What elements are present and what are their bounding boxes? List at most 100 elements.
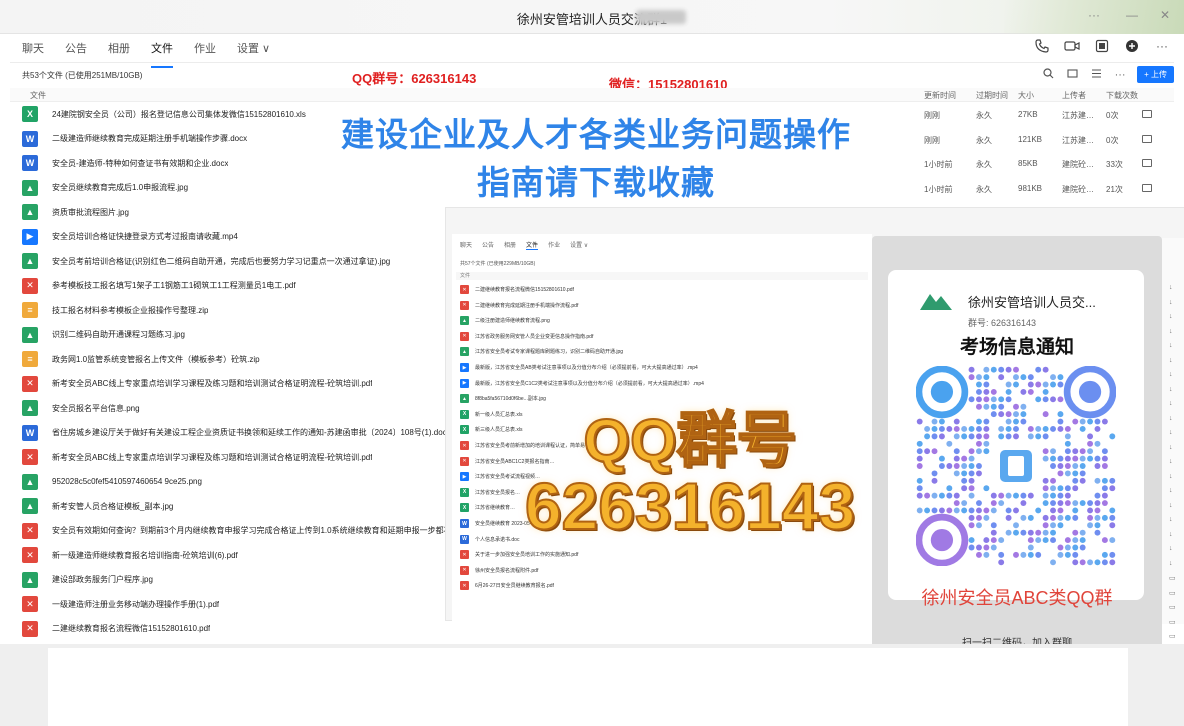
tab-homework[interactable]: 作业 xyxy=(194,40,216,62)
file-name[interactable]: 新考安管人员合格证模板_副本.jpg xyxy=(52,501,173,512)
download-icon[interactable]: ↓ xyxy=(1169,516,1173,523)
folder-icon[interactable] xyxy=(1065,68,1079,82)
file-row[interactable]: ▲ 安全员报名平台信息.png xyxy=(22,398,462,418)
list-view-icon[interactable] xyxy=(1089,68,1103,82)
file-name[interactable]: 安全员考前培训合格证(识别红色二维码自助开通，完成后也要努力学习记重点一次通过拿… xyxy=(52,256,390,267)
video-call-icon[interactable] xyxy=(1064,38,1080,54)
file-row[interactable]: ▶ 安全员培训合格证快捷登录方式考过报南请收藏.mp4 xyxy=(22,227,462,247)
col-file[interactable]: 文件 xyxy=(30,90,46,101)
col-size[interactable]: 大小 xyxy=(1018,90,1034,101)
embedded-file-row[interactable]: ✕ 关于进一步加强安全员培训工作的实施通知.pdf xyxy=(460,549,578,560)
file-name[interactable]: 识别二维码自助开通课程习题练习.jpg xyxy=(52,329,185,340)
file-name[interactable]: 新考安全员ABC线上专家重点培训学习课程及练习题和培训测试合格证明流程-砼筑培训… xyxy=(52,378,372,389)
download-icon[interactable]: ↓ xyxy=(1169,458,1173,465)
embedded-file-name[interactable]: 二建继续教育完成延期注册手机端操作流程.pdf xyxy=(475,302,578,309)
add-member-icon[interactable] xyxy=(1124,38,1140,54)
open-folder-icon[interactable] xyxy=(1142,110,1152,118)
download-icon[interactable]: ↓ xyxy=(1169,545,1173,552)
col-downloads[interactable]: 下载次数 xyxy=(1106,90,1138,101)
phone-icon[interactable] xyxy=(1034,38,1050,54)
file-row[interactable]: ▲ 新考安管人员合格证模板_副本.jpg xyxy=(22,496,462,516)
download-icon[interactable]: ↓ xyxy=(1169,328,1173,335)
embedded-file-row[interactable]: ▶ 最新版，江苏省安全员C1C2类考试注意事项以及分值分布介绍（必须提前看，可大大… xyxy=(460,378,704,389)
embedded-file-name[interactable]: 江苏省政务服务网安管人员企业变更信息操作指南.pdf xyxy=(475,333,593,340)
folder-icon[interactable]: ▭ xyxy=(1169,574,1176,582)
screen-share-icon[interactable] xyxy=(1094,38,1110,54)
download-icon[interactable]: ↓ xyxy=(1169,313,1173,320)
file-row[interactable]: ▲ 952028c5c0fef5410597460654 9ce25.png xyxy=(22,472,462,492)
tab-chat[interactable]: 聊天 xyxy=(22,40,44,62)
file-row[interactable]: ✕ 新考安全员ABC线上专家重点培训学习课程及练习题和培训测试合格证明流程-砼筑培… xyxy=(22,447,462,467)
close-icon[interactable]: ✕ xyxy=(1160,8,1170,22)
embedded-tab-album[interactable]: 相册 xyxy=(504,240,516,250)
download-icon[interactable]: ↓ xyxy=(1169,299,1173,306)
file-row[interactable]: ▲ 资质审批流程图片.jpg xyxy=(22,202,462,222)
embedded-file-row[interactable]: ▶ 最新版，江苏省安全员AB类考试注意事项以及分值分布介绍（必须提前看，可大大提高… xyxy=(460,362,698,373)
upload-button[interactable]: + 上传 xyxy=(1137,66,1174,83)
file-name[interactable]: 二建继续教育报名流程微信15152801610.pdf xyxy=(52,623,210,634)
folder-icon[interactable]: ▭ xyxy=(1169,632,1176,640)
search-icon[interactable] xyxy=(1041,67,1055,82)
download-icon[interactable]: ↓ xyxy=(1169,342,1173,349)
folder-icon[interactable]: ▭ xyxy=(1169,603,1176,611)
col-updated[interactable]: 更新时间 xyxy=(924,90,956,101)
file-name[interactable]: 952028c5c0fef5410597460654 9ce25.png xyxy=(52,477,202,486)
download-icon[interactable]: ↓ xyxy=(1169,371,1173,378)
file-row[interactable]: ✕ 安全员有效期如何查询？到期前3个月内继续教育申报学习完成合格证上传到1.0系统… xyxy=(22,521,462,541)
tab-settings[interactable]: 设置 ∨ xyxy=(237,40,270,62)
open-folder-icon[interactable] xyxy=(1142,183,1152,192)
embedded-tab-settings[interactable]: 设置 ∨ xyxy=(570,240,588,250)
file-row[interactable]: ▲ 建设部政务服务门户程序.jpg xyxy=(22,570,462,590)
embedded-file-name[interactable]: 江苏省安全员考试专家课程题库刷题练习，识别二维码自助开通.jpg xyxy=(475,348,623,355)
download-icon[interactable]: ↓ xyxy=(1169,487,1173,494)
file-row[interactable]: ✕ 二建继续教育报名流程微信15152801610.pdf xyxy=(22,619,462,639)
embedded-file-row[interactable]: ✕ 二建继续教育报名流程微信15152801610.pdf xyxy=(460,284,574,295)
open-folder-icon[interactable] xyxy=(1142,159,1152,167)
download-icon[interactable]: ↓ xyxy=(1169,284,1173,291)
file-name[interactable]: 技工报名材料参考模板企业报操作号整理.zip xyxy=(52,305,208,316)
file-name[interactable]: 建设部政务服务门户程序.jpg xyxy=(52,574,153,585)
file-name[interactable]: 政务网1.0监管系统变管报名上传文件（模板参考）砼筑.zip xyxy=(52,354,260,365)
file-name[interactable]: 安全员培训合格证快捷登录方式考过报南请收藏.mp4 xyxy=(52,231,238,242)
embedded-tab-announcement[interactable]: 公告 xyxy=(482,240,494,250)
embedded-file-name[interactable]: 二级注册建造师继续教育流程.png xyxy=(475,317,550,324)
download-icon[interactable]: ↓ xyxy=(1169,357,1173,364)
tab-files[interactable]: 文件 xyxy=(151,40,173,68)
file-name[interactable]: 新考安全员ABC线上专家重点培训学习课程及练习题和培训测试合格证明流程-砼筑培训… xyxy=(52,452,372,463)
embedded-tab-homework[interactable]: 作业 xyxy=(548,240,560,250)
embedded-tab-files[interactable]: 文件 xyxy=(526,240,539,250)
file-row[interactable]: ≡ 政务网1.0监管系统变管报名上传文件（模板参考）砼筑.zip xyxy=(22,349,462,369)
minimize-icon[interactable]: — xyxy=(1126,8,1138,22)
embedded-file-name[interactable]: 最新版，江苏省安全员C1C2类考试注意事项以及分值分布介绍（必须提前看，可大大提… xyxy=(475,380,704,387)
file-name[interactable]: 参考模板技工报名填写1架子工1钢筋工1砌筑工1工程测量员1电工.pdf xyxy=(52,280,296,291)
embedded-file-name[interactable]: 二建继续教育报名流程微信15152801610.pdf xyxy=(475,286,574,293)
embedded-file-name[interactable]: 徐州安全员报名流程附件.pdf xyxy=(475,567,538,574)
download-icon[interactable]: ↓ xyxy=(1169,560,1173,567)
folder-icon[interactable]: ▭ xyxy=(1169,589,1176,597)
file-row[interactable]: ✕ 新考安全员ABC线上专家重点培训学习课程及练习题和培训测试合格证明流程-砼筑培… xyxy=(22,374,462,394)
col-uploader[interactable]: 上传者 xyxy=(1062,90,1086,101)
download-icon[interactable]: ↓ xyxy=(1169,400,1173,407)
download-icon[interactable]: ↓ xyxy=(1169,531,1173,538)
embedded-file-name[interactable]: 关于进一步加强安全员培训工作的实施通知.pdf xyxy=(475,551,578,558)
download-icon[interactable]: ↓ xyxy=(1169,444,1173,451)
col-expiry[interactable]: 过期时间 xyxy=(976,90,1008,101)
embedded-file-row[interactable]: ▲ 二级注册建造师继续教育流程.png xyxy=(460,315,550,326)
download-icon[interactable]: ↓ xyxy=(1169,429,1173,436)
embedded-file-row[interactable]: ✕ 江苏省政务服务网安管人员企业变更信息操作指南.pdf xyxy=(460,331,593,342)
file-row[interactable]: ▲ 安全员考前培训合格证(识别红色二维码自助开通，完成后也要努力学习记重点一次通过… xyxy=(22,251,462,271)
embedded-file-row[interactable]: ✕ 徐州安全员报名流程附件.pdf xyxy=(460,565,538,576)
file-name[interactable]: 安全员报名平台信息.png xyxy=(52,403,140,414)
file-row[interactable]: W 省住房城乡建设厅关于做好有关建设工程企业资质证书换领和延续工作的通知-苏建函审… xyxy=(22,423,462,443)
folder-icon[interactable]: ▭ xyxy=(1169,618,1176,626)
embedded-file-name[interactable]: 最新版，江苏省安全员AB类考试注意事项以及分值分布介绍（必须提前看，可大大提高通… xyxy=(475,364,698,371)
download-icon[interactable]: ↓ xyxy=(1169,502,1173,509)
embedded-file-name[interactable]: 6月26-27日安全员继续教育报名.pdf xyxy=(475,582,554,589)
open-folder-icon[interactable] xyxy=(1142,134,1152,143)
embedded-file-row[interactable]: ✕ 6月26-27日安全员继续教育报名.pdf xyxy=(460,580,554,591)
download-icon[interactable]: ↓ xyxy=(1169,415,1173,422)
embedded-file-row[interactable]: ▲ 江苏省安全员考试专家课程题库刷题练习，识别二维码自助开通.jpg xyxy=(460,346,623,357)
tab-album[interactable]: 相册 xyxy=(108,40,130,62)
tab-announcement[interactable]: 公告 xyxy=(65,40,87,62)
file-name[interactable]: 一级建造师注册业务移动端办理操作手册(1).pdf xyxy=(52,599,219,610)
